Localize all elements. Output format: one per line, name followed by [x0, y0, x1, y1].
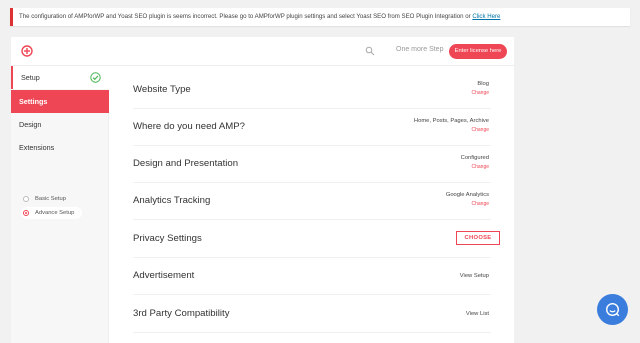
setup-wizard-panel: One more Step Enter license here Setup S… [11, 37, 514, 343]
view-setup-link[interactable]: View Setup [460, 273, 489, 279]
chat-icon [605, 302, 620, 317]
change-link[interactable]: Change [471, 90, 489, 96]
change-link[interactable]: Change [471, 201, 489, 207]
wizard-topbar: One more Step Enter license here [11, 37, 514, 66]
setting-row-design: Design and Presentation Configured Chang… [133, 146, 491, 183]
radio-selected-icon [23, 210, 29, 216]
row-label: Where do you need AMP? [133, 121, 245, 132]
plugin-config-notice: The configuration of AMPforWP and Yoast … [10, 8, 630, 26]
row-value: Configured [460, 155, 489, 161]
row-value: Home, Posts, Pages, Archive [413, 118, 489, 124]
sidebar-item-setup[interactable]: Setup [11, 66, 109, 89]
setting-row-analytics: Analytics Tracking Google Analytics Chan… [133, 183, 491, 220]
choose-button[interactable]: CHOOSE [456, 231, 500, 245]
radio-icon [23, 196, 29, 202]
sidebar-item-label: Settings [19, 97, 48, 106]
setting-row-website-type: Website Type Blog Change [133, 72, 491, 109]
change-link[interactable]: Change [471, 164, 489, 170]
notice-click-here-link[interactable]: Click Here [472, 13, 500, 20]
row-label: Advertisement [133, 270, 195, 281]
sidebar-item-label: Design [19, 120, 42, 129]
sidebar-item-design[interactable]: Design [11, 113, 109, 136]
check-circle-icon [90, 72, 101, 83]
sidebar-item-settings[interactable]: Settings [11, 90, 109, 113]
search-icon[interactable] [365, 46, 375, 56]
row-label: Design and Presentation [133, 158, 239, 169]
row-label: Website Type [133, 84, 191, 95]
sub-item-advance-setup[interactable]: Advance Setup [21, 207, 83, 219]
row-label: Analytics Tracking [133, 195, 211, 206]
sidebar-item-label: Extensions [19, 143, 55, 152]
setting-row-privacy: Privacy Settings CHOOSE [133, 221, 500, 258]
sidebar-item-label: Setup [21, 73, 40, 82]
sub-item-label: Advance Setup [35, 210, 75, 216]
notice-text: The configuration of AMPforWP and Yoast … [19, 13, 473, 20]
sub-item-label: Basic Setup [35, 196, 66, 202]
row-value: Blog [477, 81, 489, 87]
wizard-sidebar: Setup Settings Design Extensions Basic S… [11, 66, 109, 343]
sidebar-item-extensions[interactable]: Extensions [11, 136, 109, 159]
setting-row-where-amp: Where do you need AMP? Home, Posts, Page… [133, 109, 491, 146]
change-link[interactable]: Change [471, 127, 489, 133]
setting-row-advertisement: Advertisement View Setup [133, 258, 491, 295]
row-label: Privacy Settings [133, 233, 202, 244]
row-value: Google Analytics [445, 192, 489, 198]
row-label: 3rd Party Compatibility [133, 308, 230, 319]
sub-item-basic-setup[interactable]: Basic Setup [21, 193, 74, 205]
chat-button[interactable] [597, 294, 628, 325]
view-list-link[interactable]: View List [466, 311, 489, 317]
enter-license-button[interactable]: Enter license here [449, 44, 507, 59]
logo-icon [21, 45, 33, 57]
one-more-step-label: One more Step [396, 46, 444, 53]
setting-row-third-party: 3rd Party Compatibility View List [133, 296, 491, 333]
